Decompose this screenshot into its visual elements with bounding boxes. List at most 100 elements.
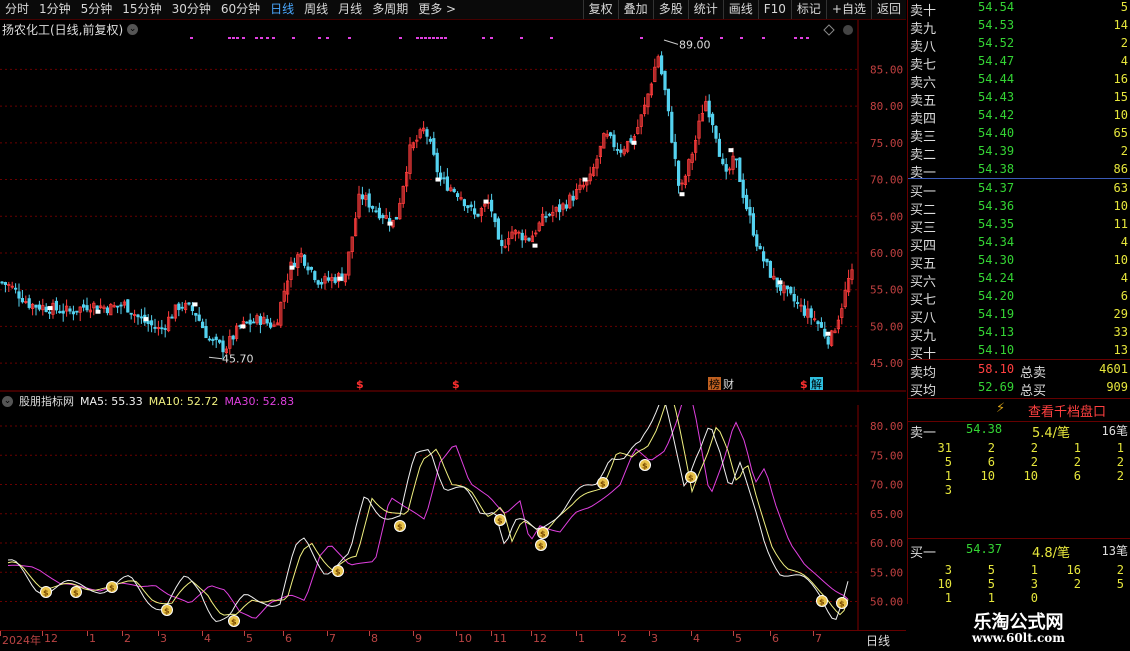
period-tab[interactable]: 分时 — [0, 0, 34, 19]
buy-level-row[interactable]: 买四 54.34 4 — [910, 235, 1128, 254]
candle-body — [377, 207, 382, 219]
candle-body — [170, 316, 174, 319]
candle-body — [251, 321, 256, 324]
sell-level-row[interactable]: 卖六 54.44 16 — [910, 72, 1128, 91]
ma10-line — [7, 405, 849, 616]
candle-body — [745, 194, 749, 210]
sell-level-row[interactable]: 卖七 54.47 4 — [910, 54, 1128, 73]
queue-cell: 3 — [944, 483, 952, 497]
candle-body — [61, 310, 65, 314]
period-tab[interactable]: 15分钟 — [117, 0, 166, 19]
sell-level-row[interactable]: 卖三 54.40 65 — [910, 126, 1128, 145]
money-bag-icon: $ — [228, 615, 240, 627]
level-name: 买五 — [910, 257, 937, 272]
period-tab[interactable]: 月线 — [333, 0, 367, 19]
period-tab[interactable]: 30分钟 — [167, 0, 216, 19]
queue-cell: 16 — [1066, 563, 1081, 577]
order-book-panel: 卖十 54.54 5 卖九 54.53 14 卖八 54.52 2 卖七 54.47 4 卖六 54.44… — [907, 0, 1130, 650]
buy-level-row[interactable]: 买六 54.24 4 — [910, 271, 1128, 290]
level-volume: 86 — [1113, 162, 1128, 176]
sell-level-row[interactable]: 卖八 54.52 2 — [910, 36, 1128, 55]
signal-dot — [228, 37, 231, 39]
period-tab[interactable]: 更多 > — [413, 0, 461, 19]
signal-dot — [190, 37, 193, 39]
candle-body — [666, 88, 671, 112]
x-axis-tick — [87, 631, 88, 636]
x-axis-tick — [369, 631, 370, 636]
toolbar-button[interactable]: 多股 — [652, 0, 688, 19]
chevron-down-icon[interactable] — [843, 25, 853, 35]
buy-level-row[interactable]: 买七 54.20 6 — [910, 289, 1128, 308]
svg-text:$: $ — [231, 618, 237, 627]
low-price-label: 45.70 — [222, 353, 254, 366]
money-bag-icon: $ — [597, 477, 609, 489]
toolbar-button[interactable]: +自选 — [825, 0, 871, 19]
period-tab[interactable]: 1分钟 — [34, 0, 76, 19]
x-axis-label: 12 — [533, 632, 547, 645]
signal-marker — [728, 148, 734, 153]
toolbar-button[interactable]: 叠加 — [617, 0, 653, 19]
candle-body — [374, 210, 378, 213]
money-bag-icon: $ — [537, 527, 549, 539]
event-badge-label: 榜 — [709, 377, 720, 391]
toolbar-button[interactable]: F10 — [757, 0, 791, 19]
y-axis-label: 75.00 — [870, 449, 903, 462]
candle-body — [319, 282, 324, 285]
candle-body — [313, 271, 317, 281]
buy-level-row[interactable]: 买二 54.36 10 — [910, 199, 1128, 218]
signal-dot — [272, 37, 275, 39]
x-axis-tick — [733, 631, 734, 636]
signal-dot — [424, 37, 427, 39]
level-price: 54.30 — [978, 253, 1015, 267]
x-axis-label: 8 — [371, 632, 378, 645]
level-volume: 2 — [1120, 144, 1128, 158]
period-tab[interactable]: 5分钟 — [76, 0, 118, 19]
y-axis-label: 65.00 — [870, 210, 903, 223]
money-bag-icon: $ — [535, 539, 547, 551]
toolbar-button[interactable]: 画线 — [722, 0, 758, 19]
buy-level-row[interactable]: 买九 54.13 33 — [910, 325, 1128, 344]
queue-cell: 2 — [1116, 455, 1124, 469]
candlestick-chart[interactable]: 85.00 80.00 75.00 70.00 65.00 60.00 55.00 50.00… — [0, 20, 906, 392]
toolbar-button[interactable]: 返回 — [870, 0, 906, 19]
toolbar-button[interactable]: 复权 — [582, 0, 618, 19]
diamond-icon[interactable] — [823, 24, 835, 36]
sell-level-row[interactable]: 卖四 54.42 10 — [910, 108, 1128, 127]
buy-level-row[interactable]: 买三 54.35 11 — [910, 217, 1128, 236]
sell-level-row[interactable]: 卖五 54.43 15 — [910, 90, 1128, 109]
period-tab[interactable]: 60分钟 — [216, 0, 265, 19]
level-volume: 14 — [1113, 18, 1128, 32]
buy-level-row[interactable]: 买八 54.19 29 — [910, 307, 1128, 326]
candle-body — [207, 338, 211, 341]
candle-body — [177, 303, 181, 311]
signal-dot — [326, 37, 329, 39]
sell-level-row[interactable]: 卖十 54.54 5 — [910, 0, 1128, 19]
thousand-level-button[interactable]: ⚡ 查看千档盘口 — [908, 398, 1130, 422]
level-volume: 10 — [1113, 108, 1128, 122]
period-tab[interactable]: 周线 — [299, 0, 333, 19]
candle-body — [527, 237, 531, 241]
candle-body — [316, 280, 320, 285]
level-volume: 10 — [1113, 199, 1128, 213]
toolbar-button[interactable]: 统计 — [687, 0, 723, 19]
sell-level-row[interactable]: 卖九 54.53 14 — [910, 18, 1128, 37]
buy-level-row[interactable]: 买一 54.37 63 — [910, 181, 1128, 200]
candle-body — [360, 194, 365, 200]
sell-level-row[interactable]: 卖二 54.39 2 — [910, 144, 1128, 163]
level-volume: 4 — [1120, 271, 1128, 285]
candle-body — [126, 299, 130, 313]
svg-text:$: $ — [688, 474, 694, 483]
level-price: 54.54 — [978, 0, 1015, 14]
period-tab[interactable]: 日线 — [265, 0, 299, 19]
buy-level-row[interactable]: 买五 54.30 10 — [910, 253, 1128, 272]
high-price-label: 89.00 — [679, 38, 711, 51]
toolbar-button[interactable]: 标记 — [790, 0, 826, 19]
candle-body — [547, 213, 552, 216]
indicator-chart[interactable]: 80.00 75.00 70.00 65.00 60.00 55.00 50.00 $ $ $ $ $… — [0, 405, 906, 631]
period-tab[interactable]: 多周期 — [367, 0, 413, 19]
candle-body — [796, 302, 800, 304]
candle-body — [714, 125, 718, 139]
x-axis-tick — [0, 631, 1, 636]
queue-cell: 2 — [1073, 455, 1081, 469]
queue-cell: 5 — [987, 577, 995, 591]
